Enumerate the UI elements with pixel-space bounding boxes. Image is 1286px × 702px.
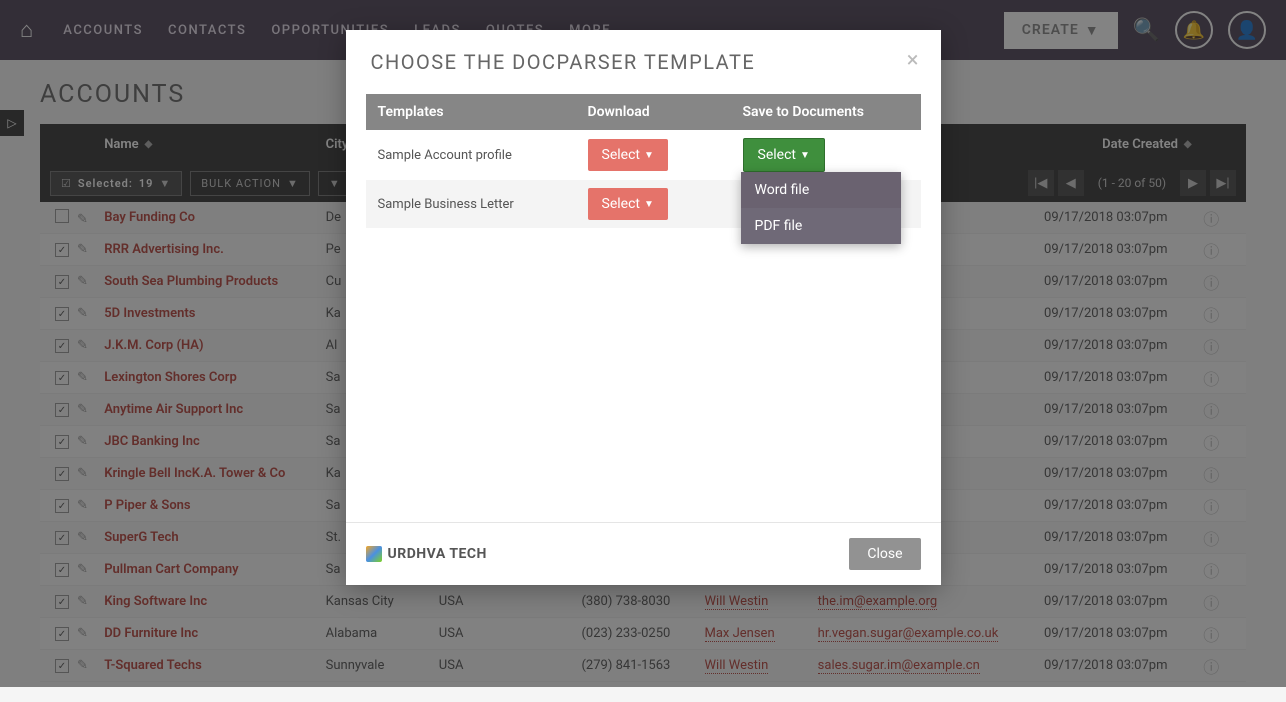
vendor-logo: URDHVA TECH xyxy=(366,546,487,562)
save-select-button[interactable]: Select ▼ xyxy=(743,138,825,172)
modal-footer: URDHVA TECH Close xyxy=(346,522,941,585)
caret-down-icon: ▼ xyxy=(800,150,810,161)
download-select-button[interactable]: Select ▼ xyxy=(588,188,668,220)
template-row: Sample Business Letter Select▼ Word file… xyxy=(366,180,921,228)
select-label: Select xyxy=(602,196,640,212)
th-templates: Templates xyxy=(378,104,588,120)
template-header: Templates Download Save to Documents xyxy=(366,94,921,130)
caret-down-icon: ▼ xyxy=(644,199,654,210)
close-button[interactable]: Close xyxy=(849,538,920,570)
modal-overlay: × CHOOSE THE DOCPARSER TEMPLATE Template… xyxy=(0,0,1286,687)
template-name: Sample Business Letter xyxy=(378,197,588,212)
download-select-button[interactable]: Select ▼ xyxy=(588,139,668,171)
select-label: Select xyxy=(602,147,640,163)
save-dropdown: Word file PDF file xyxy=(741,172,901,244)
logo-mark-icon xyxy=(366,546,382,562)
dropdown-pdf-label: PDF file xyxy=(755,218,803,234)
modal-title: CHOOSE THE DOCPARSER TEMPLATE xyxy=(346,30,941,94)
template-name: Sample Account profile xyxy=(378,148,588,163)
select-label: Select xyxy=(758,147,796,163)
caret-down-icon: ▼ xyxy=(644,150,654,161)
dropdown-pdf-file[interactable]: PDF file xyxy=(741,208,901,244)
th-save: Save to Documents xyxy=(743,104,909,120)
logo-text: URDHVA TECH xyxy=(388,546,487,562)
dropdown-word-file[interactable]: Word file xyxy=(741,172,901,208)
modal: × CHOOSE THE DOCPARSER TEMPLATE Template… xyxy=(346,30,941,585)
close-icon[interactable]: × xyxy=(907,48,919,73)
th-download: Download xyxy=(588,104,743,120)
modal-body: Templates Download Save to Documents Sam… xyxy=(346,94,941,522)
